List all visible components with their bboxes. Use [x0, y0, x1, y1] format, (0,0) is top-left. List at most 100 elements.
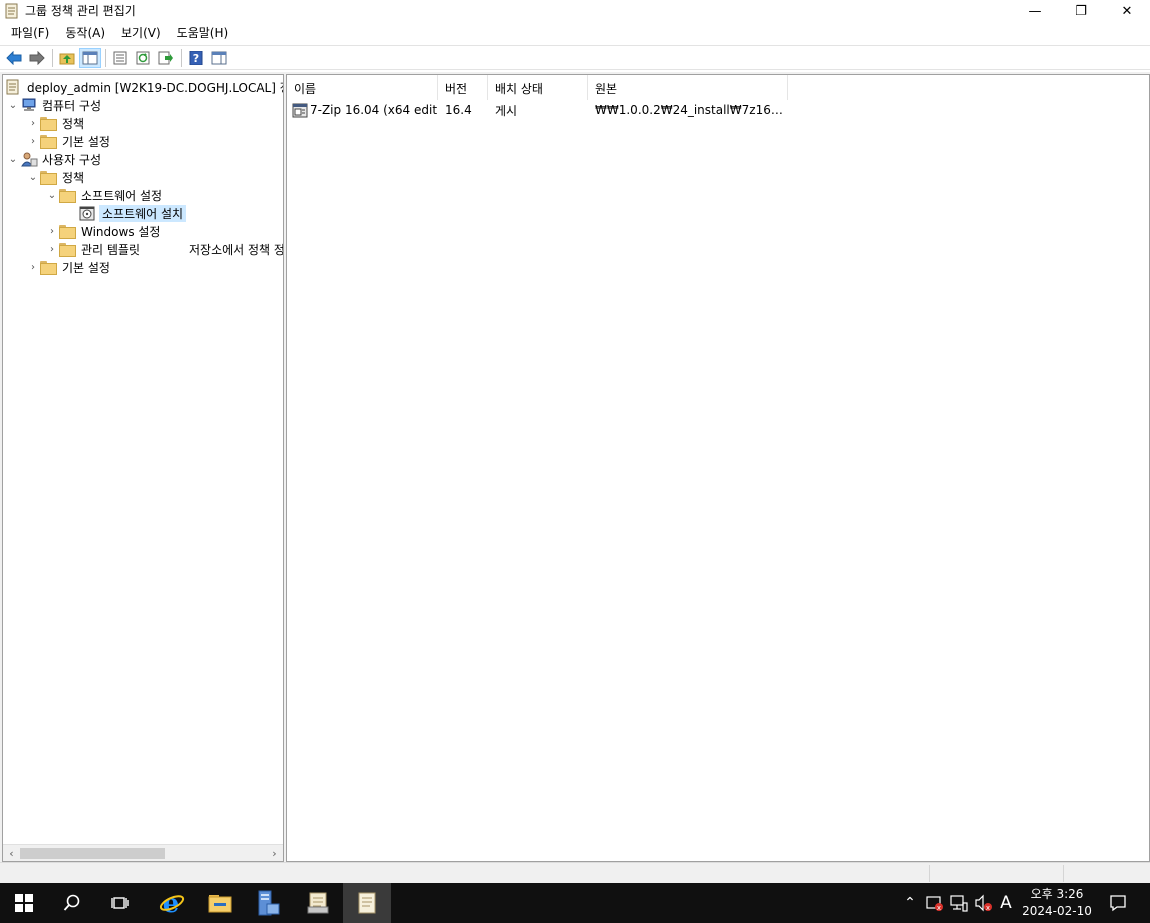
minimize-button[interactable]: —	[1012, 0, 1058, 22]
tree-item-computer-preferences[interactable]: › 기본 설정	[26, 132, 110, 150]
tree-item-computer-config[interactable]: ⌄ 컴퓨터 구성	[6, 96, 101, 114]
taskbar-internet-explorer[interactable]: e	[148, 883, 196, 923]
admin-templates-overlay-text: 저장소에서 정책 정	[189, 240, 284, 258]
column-header-deploy-state[interactable]: 배치 상태	[488, 75, 588, 100]
tree-item-windows-settings[interactable]: › Windows 설정	[45, 222, 160, 240]
close-button[interactable]: ✕	[1104, 0, 1150, 22]
tree-item-software-installation[interactable]: 소프트웨어 설치	[79, 204, 187, 222]
tree-item-admin-templates[interactable]: › 관리 템플릿	[45, 240, 140, 258]
tray-network[interactable]	[948, 883, 970, 923]
list-cell-name: 7-Zip 16.04 (x64 edit...	[287, 102, 438, 118]
package-name: 7-Zip 16.04 (x64 edit...	[310, 103, 438, 117]
tree-item-computer-policy[interactable]: › 정책	[26, 114, 84, 132]
show-hide-action-pane-button[interactable]	[208, 48, 230, 68]
refresh-button[interactable]	[132, 48, 154, 68]
show-hide-console-tree-button[interactable]	[79, 47, 101, 68]
tree-item-software-settings[interactable]: ⌄ 소프트웨어 설정	[45, 186, 162, 204]
svg-text:x: x	[937, 904, 941, 912]
menu-file[interactable]: 파일(F)	[3, 22, 57, 44]
chevron-right-icon[interactable]: ›	[26, 114, 40, 132]
clock-time: 오후 3:26	[1030, 887, 1084, 901]
taskbar-server-manager[interactable]	[244, 883, 292, 923]
restore-button[interactable]: ❐	[1058, 0, 1104, 22]
start-button[interactable]	[0, 883, 48, 923]
server-manager-icon	[258, 890, 280, 916]
chevron-right-icon[interactable]: ›	[45, 222, 59, 240]
show-hide-tree-icon	[82, 51, 98, 64]
software-installation-icon	[79, 205, 95, 221]
package-icon	[292, 102, 308, 118]
tray-security-alert[interactable]: x	[924, 883, 946, 923]
action-center-button[interactable]	[1100, 883, 1136, 923]
chevron-down-icon[interactable]: ⌄	[6, 150, 20, 168]
gpo-document-icon	[6, 79, 22, 95]
svg-text:x: x	[986, 904, 990, 912]
horizontal-scrollbar[interactable]: ‹ ›	[3, 844, 283, 861]
ime-label: A	[1000, 893, 1012, 913]
group-policy-management-icon	[307, 892, 329, 914]
computer-icon	[20, 97, 38, 113]
chevron-down-icon[interactable]: ⌄	[45, 186, 59, 204]
back-button[interactable]	[3, 48, 25, 68]
task-view-icon	[111, 897, 129, 909]
tree-item-root[interactable]: deploy_admin [W2K19-DC.DOGHJ.LOCAL] 정책	[6, 78, 283, 96]
chevron-right-icon[interactable]: ›	[45, 240, 59, 258]
minimize-icon: —	[1028, 3, 1042, 19]
gpo-editor-icon	[5, 3, 19, 19]
chevron-right-icon[interactable]: ›	[26, 258, 40, 276]
search-button[interactable]	[48, 883, 96, 923]
tree-label: 소프트웨어 설치	[99, 204, 187, 222]
column-header-version[interactable]: 버전	[438, 75, 488, 100]
forward-button[interactable]	[26, 48, 48, 68]
column-header-source[interactable]: 원본	[588, 75, 788, 100]
scroll-left-icon[interactable]: ‹	[3, 845, 20, 861]
taskbar-clock[interactable]: 오후 3:26 2024-02-10	[1019, 886, 1095, 920]
tray-volume[interactable]: x	[972, 883, 994, 923]
folder-icon	[40, 135, 57, 149]
console-tree[interactable]: deploy_admin [W2K19-DC.DOGHJ.LOCAL] 정책 ⌄…	[2, 74, 284, 862]
column-header-label: 원본	[595, 82, 618, 96]
help-button[interactable]: ?	[185, 48, 207, 68]
tree-label: 정책	[62, 116, 85, 131]
up-one-level-button[interactable]	[56, 48, 78, 68]
window-title: 그룹 정책 관리 편집기	[25, 4, 136, 18]
export-list-button[interactable]	[155, 48, 177, 68]
tree-item-user-policy[interactable]: ⌄ 정책	[26, 168, 84, 186]
menu-help[interactable]: 도움말(H)	[169, 22, 237, 44]
properties-button[interactable]	[109, 48, 131, 68]
scroll-right-icon[interactable]: ›	[266, 845, 283, 861]
tree-label: 정책	[62, 170, 85, 185]
chevron-down-icon[interactable]: ⌄	[26, 168, 40, 186]
taskbar-file-explorer[interactable]	[196, 883, 244, 923]
close-icon: ✕	[1121, 3, 1133, 19]
column-header-name[interactable]: ⌃ 이름	[287, 75, 438, 100]
overlay-label: 저장소에서 정책 정	[189, 242, 284, 257]
menu-view[interactable]: 보기(V)	[113, 22, 169, 44]
taskbar-group-policy-management[interactable]	[294, 883, 342, 923]
list-item[interactable]: 7-Zip 16.04 (x64 edit... 16.4 게시 ₩₩1.0.0…	[287, 101, 788, 119]
toolbar-separator	[105, 48, 106, 67]
ime-indicator[interactable]: A	[996, 883, 1016, 923]
chevron-down-icon[interactable]: ⌄	[6, 96, 20, 114]
folder-icon	[59, 189, 76, 203]
task-view-button[interactable]	[96, 883, 144, 923]
list-header: ⌃ 이름 버전 배치 상태 원본	[287, 75, 788, 100]
menu-action[interactable]: 동작(A)	[57, 22, 113, 44]
list-cell-source: ₩₩1.0.0.2₩24_install₩7z1604-x...	[595, 103, 788, 117]
properties-icon	[113, 51, 127, 64]
restore-icon: ❐	[1075, 3, 1087, 19]
file-explorer-icon	[208, 895, 232, 913]
tree-item-user-config[interactable]: ⌄ 사용자 구성	[6, 150, 101, 168]
taskbar-group-policy-editor[interactable]	[343, 883, 391, 923]
chevron-right-icon[interactable]: ›	[26, 132, 40, 150]
details-pane[interactable]: ⌃ 이름 버전 배치 상태 원본 7-Zip 16.04 (x64 edit..…	[286, 74, 1150, 862]
scrollbar-thumb[interactable]	[20, 848, 165, 859]
tree-label: 기본 설정	[62, 260, 110, 275]
column-header-label: 배치 상태	[495, 82, 543, 96]
tree-item-user-preferences[interactable]: › 기본 설정	[26, 258, 110, 276]
show-hidden-icons-button[interactable]: ⌃	[902, 883, 918, 923]
svg-text:e: e	[163, 890, 180, 916]
search-icon	[63, 894, 80, 911]
status-segment	[1063, 865, 1064, 882]
tree-label: 관리 템플릿	[81, 242, 141, 257]
